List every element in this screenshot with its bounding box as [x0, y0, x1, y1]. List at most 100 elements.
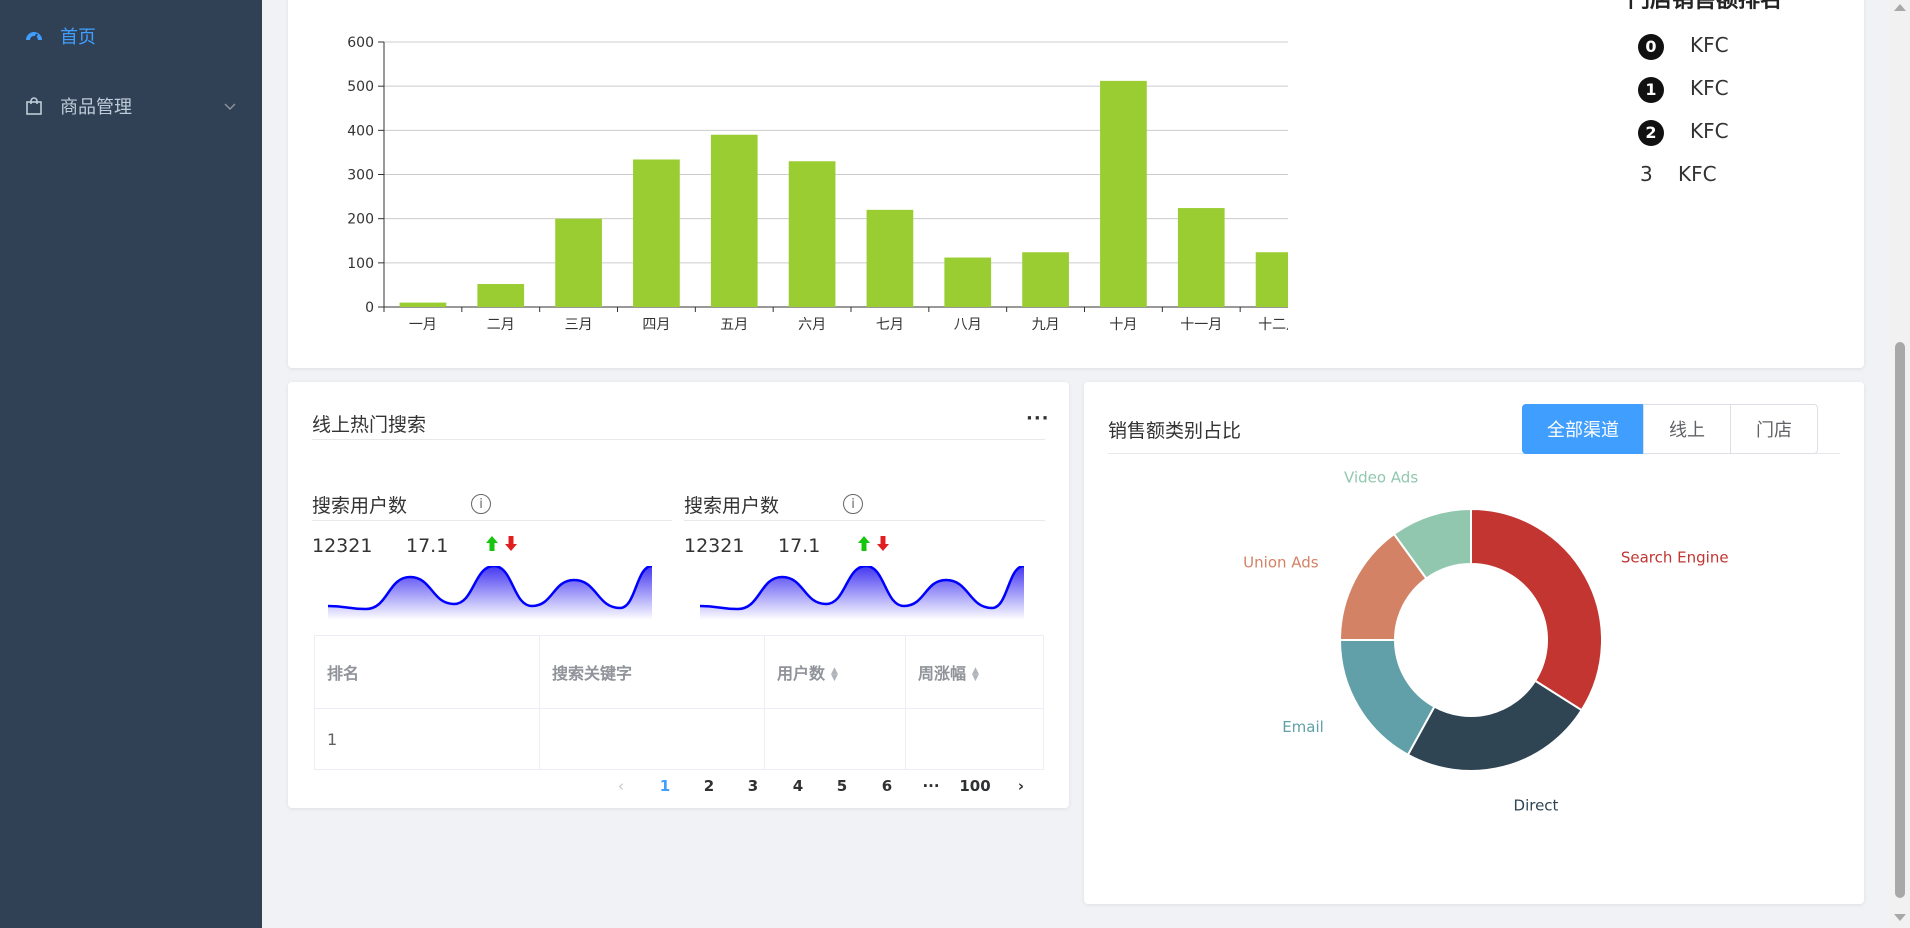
page-button[interactable]: 5	[827, 777, 857, 795]
table-cell: 1	[314, 708, 540, 770]
rank-name: KFC	[1690, 33, 1729, 57]
page-button[interactable]: 3	[738, 777, 768, 795]
y-tick-label: 300	[347, 168, 374, 184]
page-button[interactable]: 1	[650, 777, 680, 795]
rank-name: KFC	[1690, 119, 1729, 143]
table-header-row: 排名 搜索关键字 用户数 ▲ ▼ 周涨幅 ▲ ▼	[314, 635, 1044, 709]
x-tick-label: 四月	[642, 317, 670, 333]
scroll-down-icon[interactable]	[1894, 914, 1906, 921]
y-tick-label: 100	[347, 256, 374, 272]
tab-store[interactable]: 门店	[1730, 404, 1818, 454]
search-sparkline	[700, 566, 1024, 620]
metric-label: 搜索用户数	[684, 495, 780, 517]
x-tick-label: 八月	[954, 317, 982, 333]
metric-rate: 17.1	[778, 535, 821, 557]
sidebar-item-label: 首页	[60, 27, 96, 48]
rank-badge: 2	[1638, 120, 1664, 146]
scroll-thumb[interactable]	[1895, 342, 1905, 898]
sort-icon[interactable]: ▲ ▼	[831, 666, 838, 682]
category-donut-chart: Search Engine Direct Email Union Ads Video A…	[1243, 468, 1729, 815]
sidebar-item-home[interactable]: 首页	[0, 8, 262, 64]
metric-label: 搜索用户数	[312, 495, 408, 517]
pie-label: Video Ads	[1344, 468, 1418, 486]
sidebar-item-product-management[interactable]: 商品管理	[0, 78, 262, 134]
hot-search-card: 线上热门搜索 ··· 搜索用户数 i 12321 17.1 搜索用户数 i 12…	[288, 382, 1069, 808]
sort-icon[interactable]: ▲ ▼	[972, 666, 979, 682]
ranking-title: 门店销售额排名	[1628, 0, 1783, 13]
y-tick-label: 0	[365, 300, 374, 316]
tab-online[interactable]: 线上	[1643, 404, 1731, 454]
hot-search-table: 排名 搜索关键字 用户数 ▲ ▼ 周涨幅 ▲ ▼ 1	[314, 635, 1044, 770]
bar[interactable]	[710, 134, 758, 307]
scroll-up-icon[interactable]	[1894, 4, 1906, 11]
bar[interactable]	[477, 284, 525, 307]
category-title: 销售额类别占比	[1108, 420, 1242, 442]
sparkline-area	[700, 566, 1024, 620]
tab-all-channels[interactable]: 全部渠道	[1522, 404, 1644, 454]
bar[interactable]	[399, 302, 447, 307]
x-tick-label: 一月	[409, 317, 437, 333]
bar[interactable]	[1255, 252, 1288, 307]
bar[interactable]	[788, 161, 836, 307]
page-button[interactable]: 100	[950, 777, 1000, 795]
dashboard-icon	[26, 32, 42, 41]
y-tick-label: 400	[347, 123, 374, 139]
ranking-row: 2 KFC 131432	[1628, 117, 1864, 147]
rank-badge: 1	[1638, 77, 1664, 103]
column-header-keyword: 搜索关键字	[539, 635, 765, 709]
column-header-rank: 排名	[314, 635, 540, 709]
y-tick-label: 500	[347, 79, 374, 95]
x-tick-label: 六月	[798, 317, 826, 333]
page-button[interactable]: 4	[783, 777, 813, 795]
bar[interactable]	[1177, 208, 1225, 307]
ranking-row: 0 KFC 131432	[1628, 31, 1864, 61]
table-cell	[764, 708, 906, 770]
x-tick-label: 十一月	[1180, 317, 1222, 333]
page-button[interactable]: 6	[872, 777, 902, 795]
column-header-users[interactable]: 用户数 ▲ ▼	[764, 635, 906, 709]
rank-name: KFC	[1690, 76, 1729, 100]
pie-label: Search Engine	[1621, 549, 1729, 567]
pie-slice[interactable]	[1470, 507, 1603, 712]
pie-label: Direct	[1514, 797, 1559, 815]
metric-count: 12321	[312, 535, 373, 557]
search-sparkline	[328, 566, 652, 620]
next-page-button[interactable]: ›	[1006, 777, 1036, 795]
y-tick-label: 200	[347, 212, 374, 228]
bar[interactable]	[555, 218, 602, 307]
more-icon[interactable]: ···	[1026, 408, 1050, 429]
column-header-weekly-change[interactable]: 周涨幅 ▲ ▼	[905, 635, 1044, 709]
pie-label: Email	[1282, 718, 1324, 736]
chevron-down-icon	[224, 103, 236, 110]
table-cell	[539, 708, 765, 770]
rank-name: KFC	[1678, 162, 1717, 186]
table-row: 1	[314, 708, 1044, 770]
main-content: 0 100 200 300 400 500 600 一月 二月 三月 四月 五月 六月 七月 八月 九月 十月 十…	[262, 0, 1890, 928]
bar[interactable]	[1100, 80, 1147, 307]
page-button[interactable]: 2	[694, 777, 724, 795]
sales-card: 0 100 200 300 400 500 600 一月 二月 三月 四月 五月 六月 七月 八月 九月 十月 十…	[288, 0, 1864, 368]
more-pages-button[interactable]: ···	[916, 777, 946, 795]
rank-badge: 0	[1638, 34, 1664, 60]
ranking-row: 1 KFC 131432	[1628, 74, 1864, 104]
sales-bar-chart: 0 100 200 300 400 500 600 一月 二月 三月 四月 五月 六月 七月 八月 九月 十月 十…	[347, 35, 1288, 333]
page-scrollbar[interactable]	[1890, 0, 1910, 928]
trend-arrows-icon	[858, 536, 889, 551]
pie-slice[interactable]	[1406, 679, 1583, 772]
metric-rate: 17.1	[406, 535, 449, 557]
x-tick-label: 十二月	[1258, 317, 1288, 333]
divider	[312, 439, 1045, 440]
shopping-bag-icon	[26, 97, 42, 115]
bar[interactable]	[866, 209, 914, 307]
x-tick-label: 三月	[565, 317, 593, 333]
info-icon[interactable]: i	[843, 494, 863, 514]
table-cell	[905, 708, 1044, 770]
bar[interactable]	[633, 159, 680, 307]
prev-page-button[interactable]: ‹	[606, 777, 636, 795]
info-icon[interactable]: i	[471, 494, 491, 514]
trend-arrows-icon	[486, 536, 517, 551]
channel-tabs: 全部渠道 线上 门店	[1522, 404, 1818, 454]
pie-label: Union Ads	[1243, 553, 1319, 571]
bar[interactable]	[944, 257, 992, 307]
bar[interactable]	[1022, 252, 1069, 307]
